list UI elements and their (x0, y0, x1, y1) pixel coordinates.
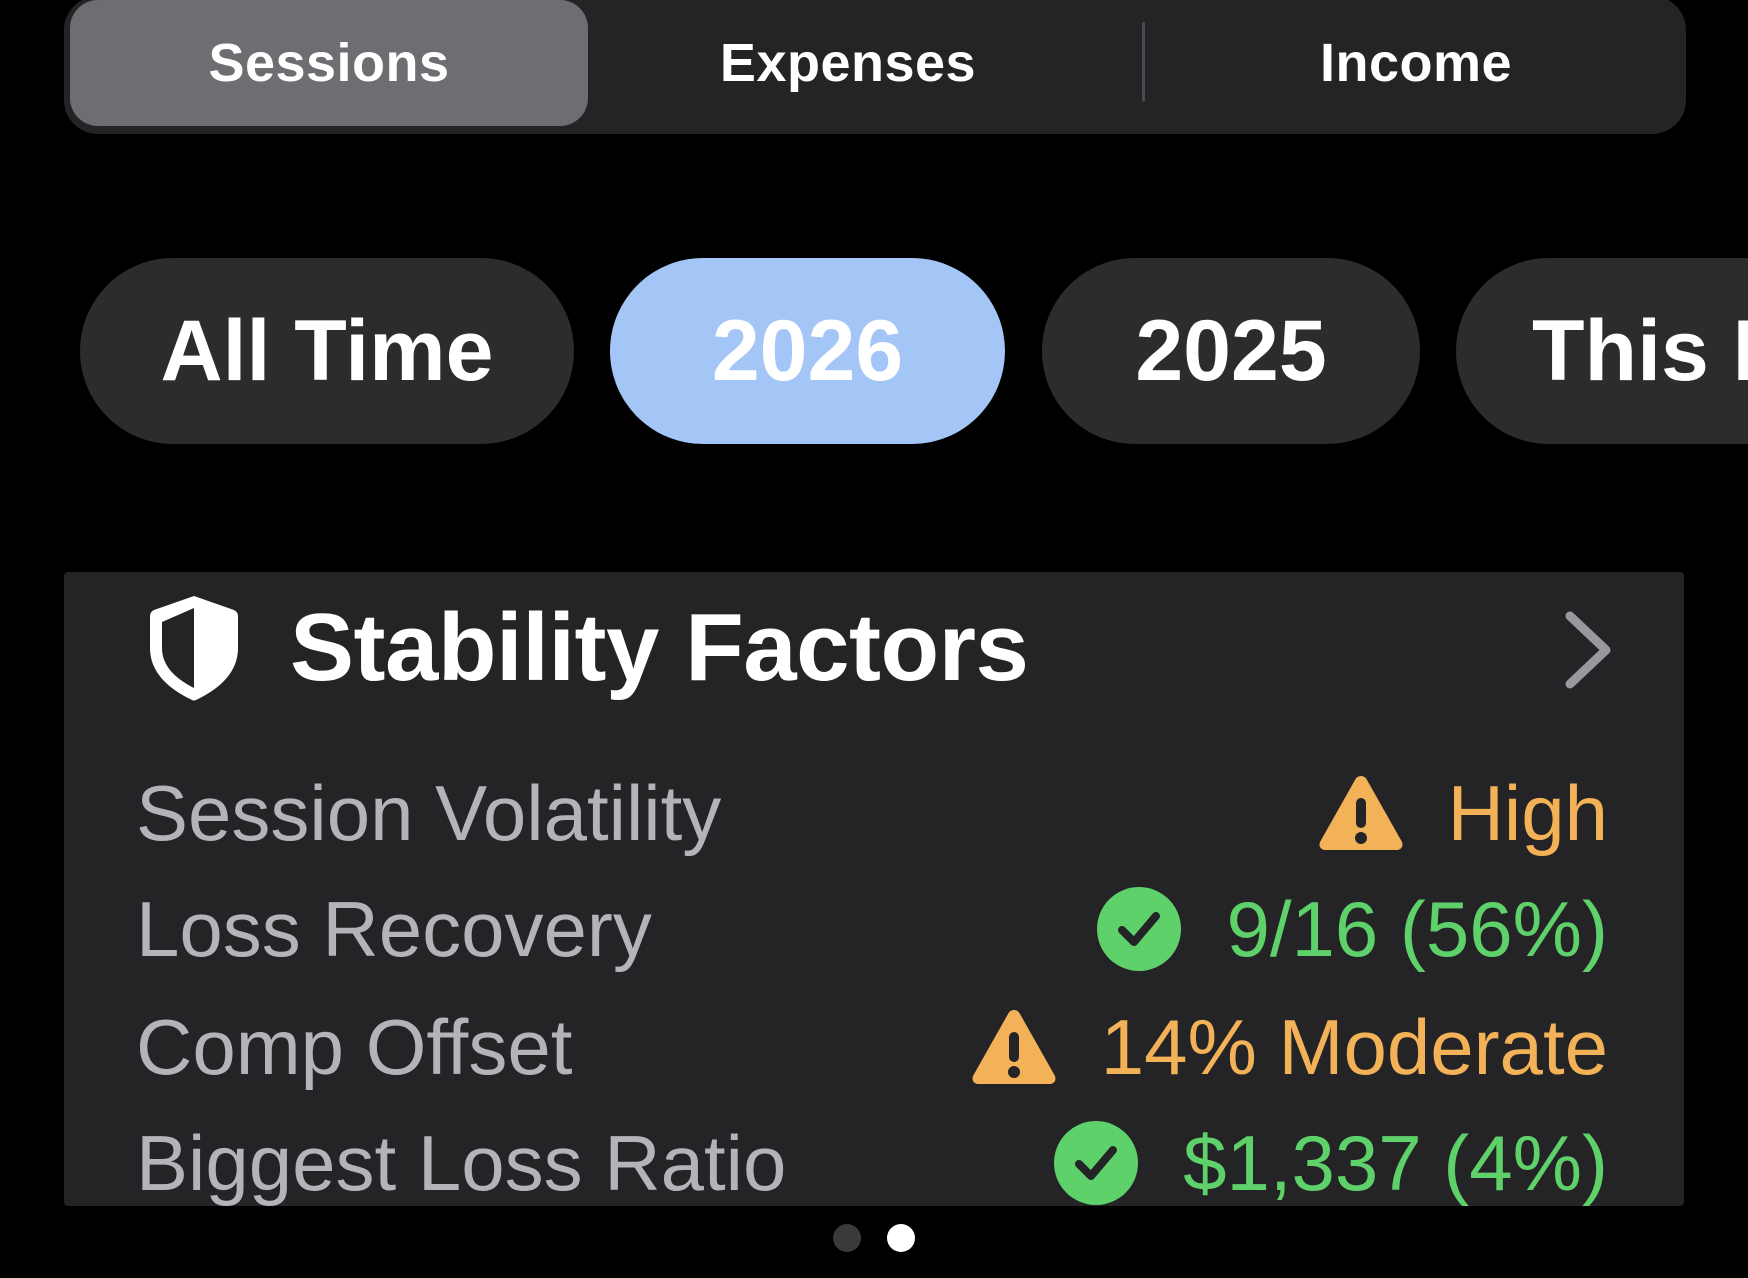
period-filter-chips: All Time 2026 2025 This I (0, 258, 1748, 446)
chevron-right-icon[interactable] (1560, 608, 1616, 692)
chip-2026[interactable]: 2026 (610, 258, 1005, 444)
warning-icon (1319, 776, 1403, 850)
segment-income[interactable]: Income (1146, 0, 1686, 126)
stability-row: Loss Recovery 9/16 (56%) (64, 874, 1684, 984)
row-label: Comp Offset (136, 1003, 573, 1091)
row-value: $1,337 (4%) (1051, 1108, 1608, 1206)
row-value-text: 9/16 (56%) (1226, 885, 1608, 973)
row-label: Loss Recovery (136, 885, 652, 973)
page-indicator[interactable] (0, 1224, 1748, 1254)
chip-2025[interactable]: 2025 (1042, 258, 1420, 444)
row-value: 14% Moderate (969, 992, 1608, 1102)
segmented-control: Sessions Expenses Income (64, 0, 1686, 134)
page-dot-current[interactable] (887, 1224, 915, 1252)
stability-row: Biggest Loss Ratio $1,337 (4%) (64, 1108, 1684, 1206)
page-dot[interactable] (833, 1224, 861, 1252)
row-value: High (1316, 758, 1608, 868)
checkmark-circle-icon (1097, 887, 1182, 971)
segment-sessions[interactable]: Sessions (70, 0, 588, 126)
stability-row: Session Volatility High (64, 758, 1684, 868)
stability-factors-card[interactable]: Stability Factors Session Volatility Hig… (64, 572, 1684, 1206)
screen: Sessions Expenses Income All Time 2026 2… (0, 0, 1748, 1278)
row-value-text: 14% Moderate (1100, 1003, 1608, 1091)
stability-row: Comp Offset 14% Moderate (64, 992, 1684, 1102)
row-value-text: High (1447, 769, 1608, 857)
warning-icon (972, 1010, 1056, 1084)
row-label: Session Volatility (136, 769, 722, 857)
card-header[interactable]: Stability Factors (64, 572, 1684, 722)
chip-all-time[interactable]: All Time (80, 258, 574, 444)
row-label: Biggest Loss Ratio (136, 1119, 787, 1206)
row-value: 9/16 (56%) (1094, 874, 1608, 984)
row-value-text: $1,337 (4%) (1183, 1119, 1608, 1206)
segment-divider (1142, 22, 1145, 102)
card-title: Stability Factors (290, 594, 1029, 701)
shield-icon (150, 596, 238, 701)
chip-this-month[interactable]: This I (1456, 258, 1748, 444)
checkmark-circle-icon (1054, 1121, 1139, 1205)
segment-expenses[interactable]: Expenses (588, 0, 1108, 126)
